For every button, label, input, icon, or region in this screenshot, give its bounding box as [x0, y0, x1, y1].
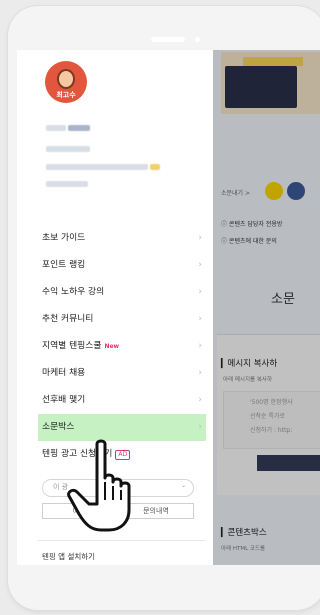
- divider: [38, 540, 206, 541]
- menu-item-community[interactable]: 추천 커뮤니티 ›: [38, 306, 206, 333]
- phone-frame: 소문내기 > ⓘ 콘텐츠 담당자 전용방 ⓘ 콘텐츠에 대한 문의 소문 ▎메시…: [8, 6, 320, 610]
- profile-blur: [46, 181, 88, 187]
- menu-item-label: 초보 가이드: [42, 233, 86, 243]
- menu-item-revenue-lecture[interactable]: 수익 노하우 강의 ›: [38, 279, 206, 306]
- profile-blur: [46, 125, 66, 131]
- avatar-face-icon: [57, 69, 75, 89]
- drawer-backdrop[interactable]: [213, 50, 320, 565]
- menu-item-beginner-guide[interactable]: 초보 가이드 ›: [38, 225, 206, 252]
- menu-item-label: 소문박스: [42, 422, 75, 432]
- menu-item-label: 선후배 맺기: [42, 395, 86, 405]
- dropdown-arrow-icon: ⌄: [180, 482, 186, 489]
- menu-item-regional-school[interactable]: 지역별 텐핑스쿨 New ›: [38, 333, 206, 360]
- new-badge: New: [104, 343, 120, 350]
- menu-item-marketer-hiring[interactable]: 마케터 채용 ›: [38, 360, 206, 387]
- chevron-right-icon: ›: [198, 395, 202, 405]
- menu-item-point-ranking[interactable]: 포인트 랭킹 ›: [38, 252, 206, 279]
- chevron-right-icon: ›: [198, 287, 202, 297]
- profile-blur: [68, 125, 90, 131]
- drawer-menu: 초보 가이드 › 포인트 랭킹 › 수익 노하우 강의 › 추천 커뮤니티 › 지역별 …: [38, 225, 206, 468]
- menu-item-label: 수익 노하우 강의: [42, 287, 105, 297]
- avatar-label: 최고수: [56, 91, 76, 99]
- profile-blur: [150, 164, 160, 170]
- chevron-right-icon: ›: [198, 233, 202, 243]
- menu-item-label: 마케터 채용: [42, 368, 86, 378]
- install-app-link[interactable]: 텐핑 앱 설치하기: [42, 551, 95, 562]
- phone-screen: 소문내기 > ⓘ 콘텐츠 담당자 전용방 ⓘ 콘텐츠에 대한 문의 소문 ▎메시…: [17, 50, 320, 565]
- chevron-right-icon: ›: [198, 341, 202, 351]
- chevron-right-icon: ›: [198, 422, 202, 432]
- chevron-right-icon: ›: [198, 314, 202, 324]
- side-drawer: 최고수 초보 가이드 › 포인트 랭킹 › 수익 노하우 강의 › 추천 커뮤니티 › …: [17, 50, 213, 565]
- chevron-right-icon: ›: [198, 260, 202, 270]
- menu-item-somun-box[interactable]: 소문박스 ›: [38, 414, 206, 441]
- pointer-hand-icon: [67, 439, 131, 532]
- menu-item-label: 포인트 랭킹: [42, 260, 86, 270]
- profile-blur: [46, 164, 148, 170]
- menu-item-label: 지역별 텐핑스쿨: [42, 341, 102, 351]
- menu-item-label: 추천 커뮤니티: [42, 314, 94, 324]
- phone-camera: [195, 37, 200, 42]
- profile-blur: [46, 146, 90, 152]
- phone-speaker: [151, 37, 185, 42]
- avatar[interactable]: 최고수: [45, 61, 87, 103]
- menu-item-mentoring[interactable]: 선후배 맺기 ›: [38, 387, 206, 414]
- chevron-right-icon: ›: [198, 368, 202, 378]
